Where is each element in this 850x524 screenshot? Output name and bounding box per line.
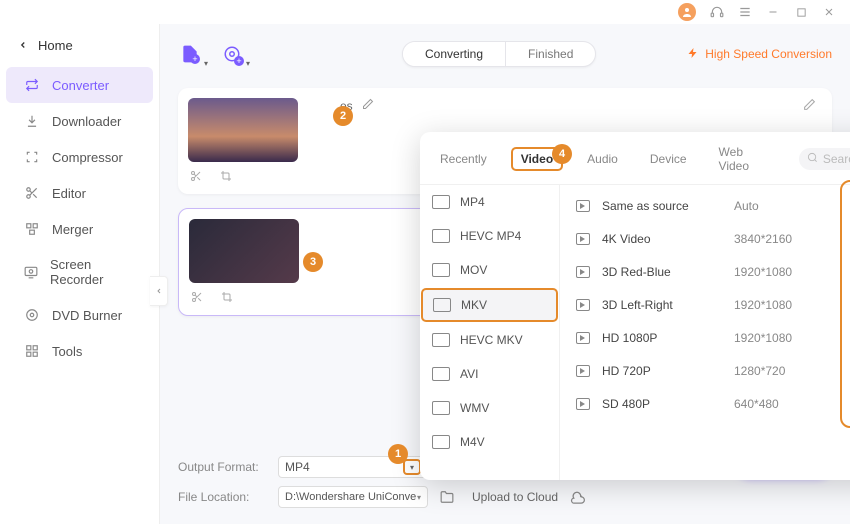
video-icon bbox=[576, 200, 590, 212]
sidebar-item-merger[interactable]: Merger bbox=[6, 211, 153, 247]
file-location-select[interactable]: D:\Wondershare UniConverter 1 ▾ bbox=[278, 486, 428, 508]
close-icon[interactable] bbox=[822, 5, 836, 19]
minimize-icon[interactable] bbox=[766, 5, 780, 19]
converter-icon bbox=[24, 77, 40, 93]
resolution-item[interactable]: SD 480P640*480 bbox=[560, 387, 850, 420]
sidebar-item-tools[interactable]: Tools bbox=[6, 333, 153, 369]
screenrec-icon bbox=[24, 264, 38, 280]
format-mov[interactable]: MOV bbox=[420, 253, 559, 287]
format-m4v[interactable]: M4V bbox=[420, 425, 559, 459]
thumbnail[interactable] bbox=[188, 98, 298, 162]
file-location-label: File Location: bbox=[178, 490, 268, 504]
chevron-down-icon: ▾ bbox=[403, 459, 421, 475]
sidebar-item-downloader[interactable]: Downloader bbox=[6, 103, 153, 139]
video-icon bbox=[576, 299, 590, 311]
resolution-item[interactable]: HD 1080P1920*1080 bbox=[560, 321, 850, 354]
sidebar-item-screen-recorder[interactable]: Screen Recorder bbox=[6, 247, 153, 297]
menu-icon[interactable] bbox=[738, 5, 752, 19]
format-list: MP4HEVC MP4MOVMKVHEVC MKVAVIWMVM4V bbox=[420, 185, 560, 480]
sidebar-home[interactable]: Home bbox=[0, 30, 159, 67]
output-format-label: Output Format: bbox=[178, 460, 268, 474]
annotation-badge-2: 2 bbox=[333, 106, 353, 126]
dvd-icon bbox=[24, 307, 40, 323]
tools-icon bbox=[24, 343, 40, 359]
crop-icon[interactable] bbox=[218, 168, 234, 184]
format-icon bbox=[432, 333, 450, 347]
resolution-item[interactable]: 3D Red-Blue1920*1080 bbox=[560, 255, 850, 288]
editor-icon bbox=[24, 185, 40, 201]
sidebar-item-converter[interactable]: Converter bbox=[6, 67, 153, 103]
chevron-left-icon bbox=[18, 38, 28, 53]
format-icon bbox=[432, 401, 450, 415]
sidebar-item-dvd-burner[interactable]: DVD Burner bbox=[6, 297, 153, 333]
trim-icon[interactable] bbox=[189, 289, 205, 305]
resolution-item[interactable]: 4K Video3840*2160 bbox=[560, 222, 850, 255]
annotation-badge-1: 1 bbox=[388, 444, 408, 464]
video-icon bbox=[576, 332, 590, 344]
search-icon bbox=[807, 152, 818, 166]
tab-device[interactable]: Device bbox=[642, 149, 695, 169]
tab-converting[interactable]: Converting bbox=[403, 42, 506, 66]
video-icon bbox=[576, 266, 590, 278]
tab-webvideo[interactable]: Web Video bbox=[711, 142, 783, 176]
headset-icon[interactable] bbox=[710, 5, 724, 19]
format-icon bbox=[432, 435, 450, 449]
sidebar-item-editor[interactable]: Editor bbox=[6, 175, 153, 211]
format-icon bbox=[432, 263, 450, 277]
add-file-icon[interactable]: + ▾ bbox=[178, 42, 202, 66]
maximize-icon[interactable] bbox=[794, 5, 808, 19]
sidebar-item-compressor[interactable]: Compressor bbox=[6, 139, 153, 175]
annotation-badge-4: 4 bbox=[552, 144, 572, 164]
format-icon bbox=[432, 229, 450, 243]
search-input[interactable]: Search bbox=[799, 148, 850, 170]
popover-tabs: Recently Video Audio Device Web Video Se… bbox=[420, 132, 850, 185]
home-label: Home bbox=[38, 38, 73, 53]
edit-output-icon[interactable] bbox=[803, 98, 816, 114]
add-dvd-icon[interactable]: + ▾ bbox=[220, 42, 244, 66]
tab-audio[interactable]: Audio bbox=[579, 149, 626, 169]
thumbnail[interactable] bbox=[189, 219, 299, 283]
format-icon bbox=[433, 298, 451, 312]
conversion-tabs: Converting Finished bbox=[402, 41, 596, 67]
titlebar bbox=[0, 0, 850, 24]
resolution-item[interactable]: HD 720P1280*720 bbox=[560, 354, 850, 387]
resolution-list: Same as sourceAuto4K Video3840*21603D Re… bbox=[560, 185, 850, 480]
crop-icon[interactable] bbox=[219, 289, 235, 305]
format-icon bbox=[432, 367, 450, 381]
format-hevc-mp4[interactable]: HEVC MP4 bbox=[420, 219, 559, 253]
bolt-icon bbox=[687, 47, 699, 62]
video-icon bbox=[576, 233, 590, 245]
topbar: + ▾ + ▾ Converting Finished High Speed C… bbox=[178, 34, 832, 74]
tab-recently[interactable]: Recently bbox=[432, 149, 495, 169]
drawer-toggle[interactable] bbox=[150, 276, 168, 306]
format-icon bbox=[432, 195, 450, 209]
format-mp4[interactable]: MP4 bbox=[420, 185, 559, 219]
resolution-item[interactable]: 3D Left-Right1920*1080 bbox=[560, 288, 850, 321]
tab-finished[interactable]: Finished bbox=[506, 42, 595, 66]
video-icon bbox=[576, 365, 590, 377]
format-wmv[interactable]: WMV bbox=[420, 391, 559, 425]
resolution-item[interactable]: Same as sourceAuto bbox=[560, 189, 850, 222]
content: + ▾ + ▾ Converting Finished High Speed C… bbox=[160, 24, 850, 524]
upload-label: Upload to Cloud bbox=[472, 490, 558, 504]
downloader-icon bbox=[24, 113, 40, 129]
trim-icon[interactable] bbox=[188, 168, 204, 184]
compressor-icon bbox=[24, 149, 40, 165]
cloud-icon[interactable] bbox=[568, 488, 586, 506]
format-avi[interactable]: AVI bbox=[420, 357, 559, 391]
annotation-badge-3: 3 bbox=[303, 252, 323, 272]
high-speed-toggle[interactable]: High Speed Conversion bbox=[687, 47, 832, 62]
sidebar: Home ConverterDownloaderCompressorEditor… bbox=[0, 24, 160, 524]
format-popover: Recently Video Audio Device Web Video Se… bbox=[420, 132, 850, 480]
video-icon bbox=[576, 398, 590, 410]
format-hevc-mkv[interactable]: HEVC MKV bbox=[420, 323, 559, 357]
avatar[interactable] bbox=[678, 3, 696, 21]
folder-icon[interactable] bbox=[438, 488, 456, 506]
format-mkv[interactable]: MKV bbox=[421, 288, 558, 322]
merger-icon bbox=[24, 221, 40, 237]
